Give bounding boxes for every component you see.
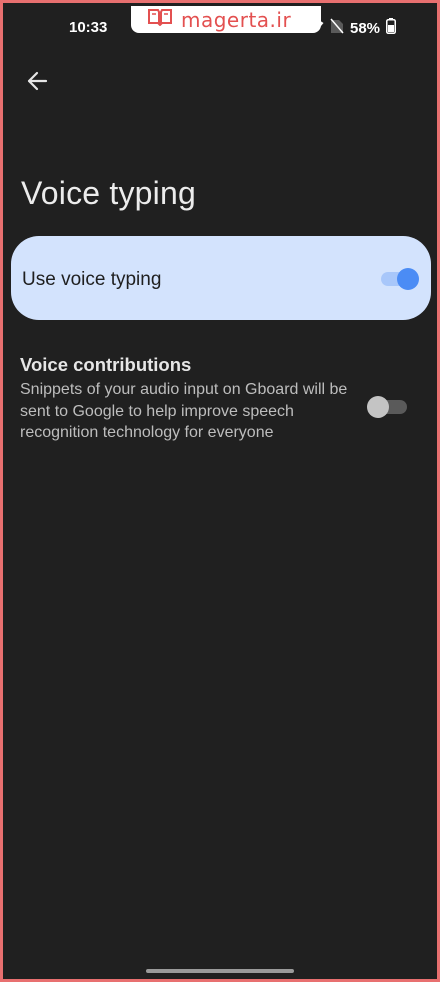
voice-contributions-title[interactable]: Voice contributions — [20, 354, 191, 376]
switch-thumb — [367, 396, 389, 418]
use-voice-typing-switch[interactable] — [381, 268, 419, 290]
voice-contributions-switch[interactable] — [367, 395, 409, 419]
watermark: magerta.ir — [131, 6, 321, 33]
no-signal-icon — [330, 18, 344, 39]
battery-icon — [386, 17, 397, 39]
status-time: 10:33 — [69, 19, 108, 36]
home-indicator[interactable] — [146, 969, 294, 973]
wifi-icon — [308, 19, 324, 38]
back-button[interactable] — [19, 65, 55, 101]
switch-thumb — [397, 268, 419, 290]
use-voice-typing-label: Use voice typing — [22, 269, 162, 290]
use-voice-typing-toggle-row[interactable]: Use voice typing — [11, 236, 431, 320]
watermark-text: magerta.ir — [181, 7, 292, 32]
battery-percent: 58% — [350, 19, 381, 37]
screen: 10:33 magerta.ir 58% Voice typing Use vo… — [3, 3, 437, 979]
status-icons: 58% — [308, 17, 397, 39]
voice-contributions-description: Snippets of your audio input on Gboard w… — [20, 381, 348, 441]
arrow-left-icon — [26, 70, 48, 97]
book-logo-icon — [147, 8, 173, 31]
page-title: Voice typing — [21, 175, 196, 211]
